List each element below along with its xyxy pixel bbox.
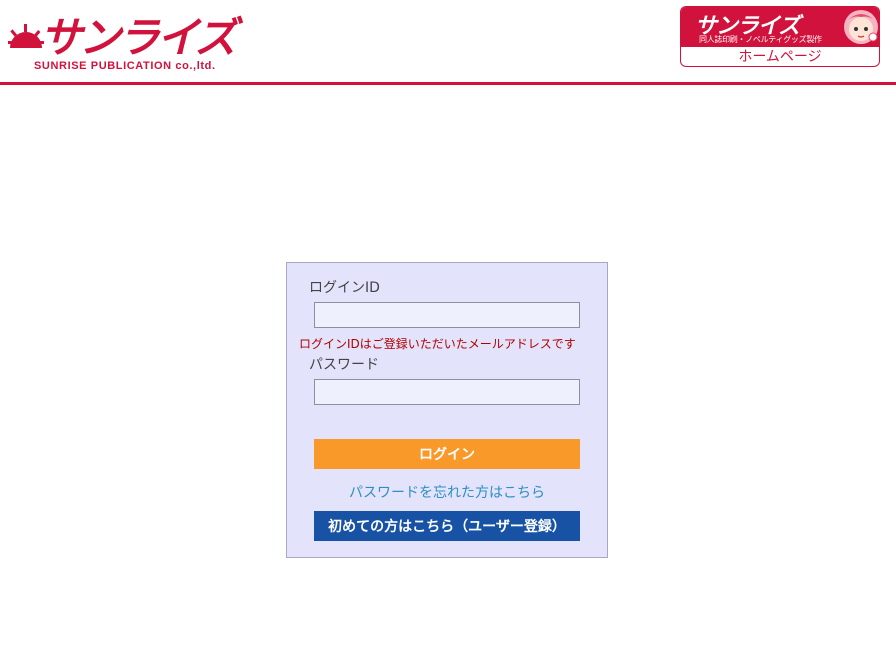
sunrise-logo[interactable]: サンライズ SUNRISE PUBLICATION co.,ltd. <box>8 12 270 74</box>
sunburst-icon <box>8 24 44 48</box>
forgot-password-link[interactable]: パスワードを忘れた方はこちら <box>287 482 607 502</box>
site-header: サンライズ SUNRISE PUBLICATION co.,ltd. サンライズ… <box>0 0 896 85</box>
mascot-icon <box>844 10 878 44</box>
homepage-banner-link[interactable]: サンライズ 同人誌印刷・ノベルティグッズ製作 ホームページ <box>680 6 880 67</box>
login-id-label: ログインID <box>309 280 380 296</box>
password-input[interactable] <box>314 379 580 405</box>
logo-wordmark: サンライズ <box>8 13 247 56</box>
logo-text: サンライズ <box>40 13 244 56</box>
login-id-hint: ログインIDはご登録いただいたメールアドレスです <box>299 337 576 351</box>
login-button[interactable]: ログイン <box>314 439 580 469</box>
login-form: ログインID ログインIDはご登録いただいたメールアドレスです パスワード ログ… <box>286 262 608 558</box>
login-id-input[interactable] <box>314 302 580 328</box>
register-button[interactable]: 初めての方はこちら（ユーザー登録） <box>314 511 580 541</box>
banner-tagline: 同人誌印刷・ノベルティグッズ製作 <box>699 35 822 44</box>
password-label: パスワード <box>309 357 379 373</box>
banner-label: ホームページ <box>738 49 822 65</box>
logo-subtitle: SUNRISE PUBLICATION co.,ltd. <box>34 60 216 72</box>
